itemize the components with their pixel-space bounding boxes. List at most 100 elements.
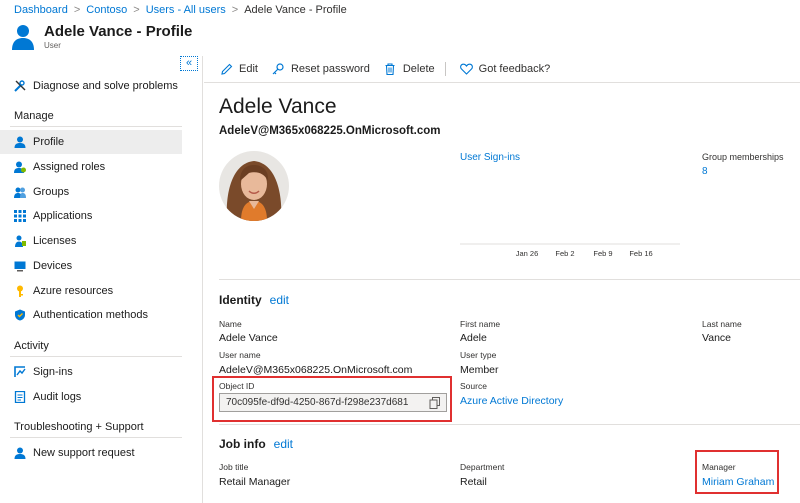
job-info-edit-link[interactable]: edit	[274, 437, 293, 451]
feedback-label: Got feedback?	[478, 63, 551, 75]
breadcrumb-separator: >	[133, 4, 140, 16]
reset-password-label: Reset password	[290, 63, 370, 75]
divider	[10, 356, 182, 357]
first-name-label: First name	[460, 319, 501, 329]
divider	[10, 126, 182, 127]
source-label: Source	[460, 381, 487, 391]
sidebar-item-authentication-methods[interactable]: Authentication methods	[0, 303, 182, 327]
delete-button[interactable]: Delete	[384, 63, 435, 76]
source-value-link[interactable]: Azure Active Directory	[460, 395, 563, 407]
breadcrumb: Dashboard > Contoso > Users - All users …	[14, 2, 347, 18]
name-value: Adele Vance	[219, 332, 278, 344]
sidebar-item-label: Diagnose and solve problems	[33, 80, 178, 92]
license-icon	[14, 235, 26, 247]
heart-icon	[459, 63, 473, 76]
shield-icon	[14, 309, 26, 321]
sidebar-item-new-support-request[interactable]: New support request	[0, 441, 182, 465]
sidebar: « Diagnose and solve problems Manage Pro…	[0, 56, 203, 503]
blade-header: Adele Vance - Profile User	[12, 20, 192, 54]
manage-heading: Manage	[14, 110, 54, 122]
breadcrumb-contoso[interactable]: Contoso	[86, 4, 127, 16]
sidebar-item-label: Sign-ins	[33, 366, 73, 378]
job-title-value: Retail Manager	[219, 476, 291, 488]
divider	[10, 437, 182, 438]
sidebar-item-label: Groups	[33, 186, 70, 198]
user-type-value: Member	[460, 364, 499, 376]
sidebar-item-sign-ins[interactable]: Sign-ins	[0, 360, 182, 384]
identity-title: Identity	[219, 293, 262, 307]
trash-icon	[384, 63, 397, 76]
avatar	[219, 151, 289, 221]
chart-x-tick-label: Feb 16	[629, 249, 652, 258]
sidebar-item-label: Applications	[33, 210, 93, 222]
breadcrumb-dashboard[interactable]: Dashboard	[14, 4, 68, 16]
edit-label: Edit	[239, 63, 258, 75]
log-icon	[14, 391, 26, 403]
divider	[219, 424, 800, 425]
sidebar-item-label: Profile	[33, 136, 65, 148]
sidebar-item-label: Devices	[33, 260, 73, 272]
user-name-value: AdeleV@M365x068225.OnMicrosoft.com	[219, 364, 413, 376]
user-icon	[14, 136, 26, 148]
activity-heading: Activity	[14, 340, 49, 352]
department-label: Department	[460, 462, 505, 472]
breadcrumb-all-users[interactable]: Users - All users	[146, 4, 226, 16]
divider	[219, 279, 800, 280]
first-name-value: Adele	[460, 332, 487, 344]
sidebar-item-label: Authentication methods	[33, 309, 148, 321]
groups-icon	[14, 186, 26, 198]
page-title: Adele Vance - Profile	[44, 23, 193, 40]
pencil-icon	[220, 63, 233, 76]
last-name-value: Vance	[702, 332, 731, 344]
group-memberships-count-link[interactable]: 8	[702, 166, 708, 177]
signin-icon	[14, 366, 26, 378]
chart-x-tick-label: Jan 26	[516, 249, 539, 258]
breadcrumb-separator: >	[73, 4, 81, 16]
wrench-icon	[14, 80, 26, 92]
roles-icon	[14, 161, 26, 173]
apps-grid-icon	[14, 210, 26, 222]
group-memberships-label: Group memberships	[702, 152, 784, 162]
department-value: Retail	[460, 476, 487, 488]
user-principal-name: AdeleV@M365x068225.OnMicrosoft.com	[219, 125, 441, 137]
sidebar-item-label: Assigned roles	[33, 161, 106, 173]
device-icon	[14, 260, 26, 272]
sidebar-item-assigned-roles[interactable]: Assigned roles	[0, 155, 182, 179]
user-display-name: Adele Vance	[219, 95, 337, 118]
sidebar-item-groups[interactable]: Groups	[0, 180, 182, 204]
user-type-label: User type	[460, 350, 497, 360]
sidebar-item-azure-resources[interactable]: Azure resources	[0, 279, 182, 303]
breadcrumb-separator: >	[231, 4, 239, 16]
sidebar-item-audit-logs[interactable]: Audit logs	[0, 385, 182, 409]
user-sign-ins-link[interactable]: User Sign-ins	[460, 152, 520, 163]
breadcrumb-current: Adele Vance - Profile	[244, 4, 347, 16]
sidebar-item-profile[interactable]: Profile	[0, 130, 182, 154]
manager-highlight-box	[695, 450, 779, 494]
key-icon	[272, 63, 285, 76]
sidebar-item-applications[interactable]: Applications	[0, 204, 182, 228]
feedback-button[interactable]: Got feedback?	[459, 63, 551, 76]
reset-password-button[interactable]: Reset password	[272, 63, 370, 76]
sidebar-item-label: Audit logs	[33, 391, 82, 403]
sidebar-item-licenses[interactable]: Licenses	[0, 229, 182, 253]
sidebar-item-label: Azure resources	[33, 285, 114, 297]
sidebar-item-devices[interactable]: Devices	[0, 254, 182, 278]
key-icon	[14, 285, 26, 297]
command-bar: Edit Reset password Delete Got feedback?	[204, 56, 800, 83]
job-info-title: Job info	[219, 437, 266, 451]
chart-x-tick-label: Feb 9	[593, 249, 612, 258]
support-user-icon	[14, 447, 26, 459]
name-label: Name	[219, 319, 242, 329]
page-subtitle: User	[44, 41, 61, 50]
user-icon	[12, 25, 34, 50]
collapse-sidebar-button[interactable]: «	[180, 56, 198, 71]
sidebar-item-label: New support request	[33, 447, 135, 459]
edit-button[interactable]: Edit	[220, 63, 258, 76]
sidebar-item-diagnose[interactable]: Diagnose and solve problems	[0, 74, 182, 98]
identity-section-title: Identity edit	[219, 293, 289, 307]
delete-label: Delete	[402, 63, 435, 75]
identity-edit-link[interactable]: edit	[270, 293, 289, 307]
support-heading: Troubleshooting + Support	[14, 421, 144, 433]
sign-ins-chart: Jan 26 Feb 2 Feb 9 Feb 16	[460, 243, 680, 258]
last-name-label: Last name	[702, 319, 742, 329]
